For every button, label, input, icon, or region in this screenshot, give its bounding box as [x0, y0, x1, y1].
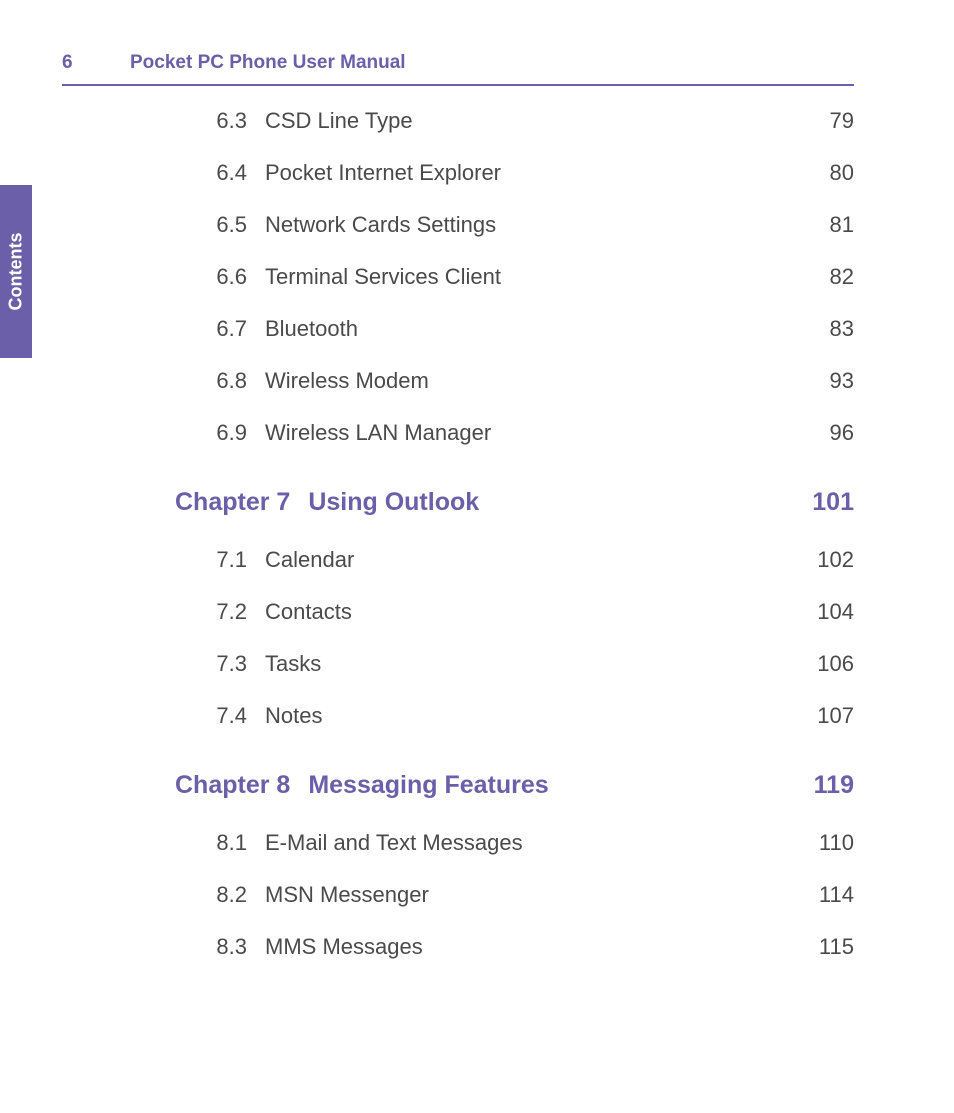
toc-chapter-label: Chapter 8 — [175, 771, 308, 800]
toc-section-row[interactable]: 6.4 Pocket Internet Explorer 80 — [197, 160, 854, 186]
toc-group-ch7: 7.1 Calendar 102 7.2 Contacts 104 7.3 Ta… — [197, 547, 854, 729]
toc-section-page: 96 — [794, 420, 854, 446]
toc-section-row[interactable]: 7.3 Tasks 106 — [197, 651, 854, 677]
toc-section-num: 6.5 — [197, 212, 265, 238]
toc-section-num: 7.3 — [197, 651, 265, 677]
toc-section-num: 7.2 — [197, 599, 265, 625]
page-number: 6 — [62, 52, 130, 74]
toc-section-page: 83 — [794, 316, 854, 342]
toc-chapter-row[interactable]: Chapter 8 Messaging Features 119 — [175, 771, 854, 800]
toc-section-row[interactable]: 8.3 MMS Messages 115 — [197, 934, 854, 960]
toc-section-num: 8.3 — [197, 934, 265, 960]
toc-chapter-row[interactable]: Chapter 7 Using Outlook 101 — [175, 488, 854, 517]
toc-section-title: Tasks — [265, 651, 794, 677]
toc-section-page: 93 — [794, 368, 854, 394]
toc-chapter-page: 119 — [794, 771, 854, 800]
toc-section-row[interactable]: 7.2 Contacts 104 — [197, 599, 854, 625]
toc-section-page: 80 — [794, 160, 854, 186]
toc-group-pre: 6.3 CSD Line Type 79 6.4 Pocket Internet… — [197, 108, 854, 446]
toc-section-row[interactable]: 6.7 Bluetooth 83 — [197, 316, 854, 342]
toc-section-num: 7.1 — [197, 547, 265, 573]
toc-section-page: 104 — [794, 599, 854, 625]
toc-section-title: E-Mail and Text Messages — [265, 830, 794, 856]
toc-section-title: Bluetooth — [265, 316, 794, 342]
toc-group-ch8: 8.1 E-Mail and Text Messages 110 8.2 MSN… — [197, 830, 854, 960]
toc-section-row[interactable]: 7.1 Calendar 102 — [197, 547, 854, 573]
toc-section-page: 107 — [794, 703, 854, 729]
toc-section-page: 106 — [794, 651, 854, 677]
toc-section-page: 102 — [794, 547, 854, 573]
toc-section-num: 7.4 — [197, 703, 265, 729]
toc-section-num: 6.4 — [197, 160, 265, 186]
toc-section-num: 6.7 — [197, 316, 265, 342]
toc-section-title: Network Cards Settings — [265, 212, 794, 238]
toc-chapter-page: 101 — [794, 488, 854, 517]
toc-section-row[interactable]: 8.1 E-Mail and Text Messages 110 — [197, 830, 854, 856]
toc-content: 6.3 CSD Line Type 79 6.4 Pocket Internet… — [175, 108, 854, 986]
toc-section-title: MSN Messenger — [265, 882, 794, 908]
toc-section-title: Wireless LAN Manager — [265, 420, 794, 446]
toc-section-row[interactable]: 7.4 Notes 107 — [197, 703, 854, 729]
toc-section-page: 81 — [794, 212, 854, 238]
toc-section-title: Notes — [265, 703, 794, 729]
toc-chapter-label: Chapter 7 — [175, 488, 308, 517]
toc-section-num: 6.6 — [197, 264, 265, 290]
toc-section-title: MMS Messages — [265, 934, 794, 960]
toc-section-page: 82 — [794, 264, 854, 290]
toc-section-page: 79 — [794, 108, 854, 134]
toc-section-row[interactable]: 6.6 Terminal Services Client 82 — [197, 264, 854, 290]
side-tab: Contents — [0, 185, 32, 358]
toc-section-title: Terminal Services Client — [265, 264, 794, 290]
toc-section-page: 114 — [794, 882, 854, 908]
document-title: Pocket PC Phone User Manual — [130, 52, 406, 74]
toc-section-row[interactable]: 8.2 MSN Messenger 114 — [197, 882, 854, 908]
toc-section-num: 8.2 — [197, 882, 265, 908]
toc-section-row[interactable]: 6.5 Network Cards Settings 81 — [197, 212, 854, 238]
toc-section-num: 6.3 — [197, 108, 265, 134]
toc-section-num: 6.9 — [197, 420, 265, 446]
toc-section-page: 115 — [794, 934, 854, 960]
toc-chapter-title: Using Outlook — [308, 488, 794, 517]
page-header: 6 Pocket PC Phone User Manual — [62, 52, 854, 86]
toc-section-row[interactable]: 6.3 CSD Line Type 79 — [197, 108, 854, 134]
toc-section-row[interactable]: 6.9 Wireless LAN Manager 96 — [197, 420, 854, 446]
toc-section-title: CSD Line Type — [265, 108, 794, 134]
toc-section-num: 8.1 — [197, 830, 265, 856]
toc-section-title: Contacts — [265, 599, 794, 625]
toc-section-page: 110 — [794, 830, 854, 856]
toc-section-title: Wireless Modem — [265, 368, 794, 394]
toc-section-title: Pocket Internet Explorer — [265, 160, 794, 186]
toc-section-row[interactable]: 6.8 Wireless Modem 93 — [197, 368, 854, 394]
toc-section-title: Calendar — [265, 547, 794, 573]
toc-section-num: 6.8 — [197, 368, 265, 394]
side-tab-label: Contents — [6, 233, 27, 311]
toc-chapter-title: Messaging Features — [308, 771, 794, 800]
